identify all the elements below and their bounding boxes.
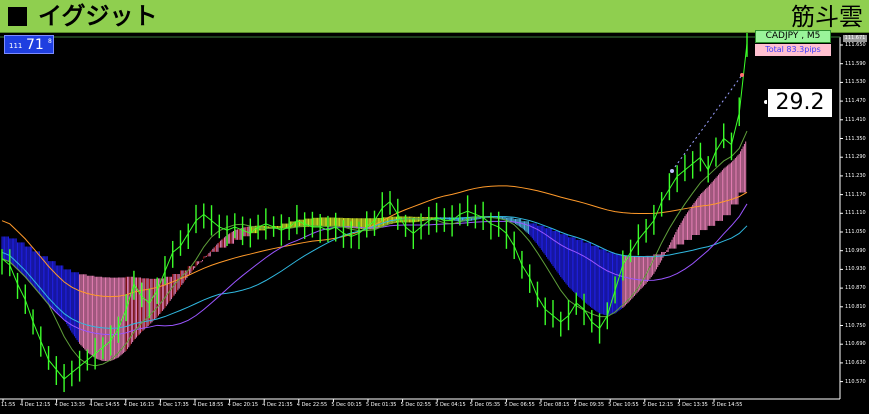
square-icon (8, 7, 27, 26)
title-banner: イグジット 筋斗雲 (0, 0, 869, 33)
x-tick-label: 5 Dec 14:55 (712, 402, 743, 408)
y-tick-label: 111.170 (845, 191, 866, 198)
x-tick-label: 5 Dec 09:35 (573, 402, 605, 408)
x-tick-label: 5 Dec 13:35 (677, 402, 708, 408)
y-tick-label: 111.650 (845, 42, 866, 48)
x-tick-label: 4 Dec 18:55 (193, 402, 224, 408)
y-tick-label: 110.990 (845, 247, 866, 254)
y-tick-label: 111.530 (845, 79, 866, 86)
chart-window: イグジット 筋斗雲 111 71 8 CADJPY , M5 Total 83.… (0, 0, 869, 414)
y-tick-label: 110.690 (845, 341, 866, 348)
x-tick-label: 4 Dec 22:55 (296, 402, 328, 408)
trend-end-marker (740, 73, 744, 77)
y-tick-label: 110.810 (845, 303, 866, 310)
x-tick-label: 4 Dec 17:35 (158, 402, 189, 408)
x-tick-label: 4 Dec 21:35 (262, 402, 293, 408)
indicator-title: イグジット (38, 2, 158, 30)
x-tick-label: 5 Dec 08:15 (539, 402, 570, 408)
y-tick-label: 111.410 (845, 116, 866, 123)
x-tick-label: 5 Dec 02:55 (400, 402, 432, 408)
x-tick-label: 4 Dec 14:55 (89, 402, 120, 408)
x-tick-label: 5 Dec 10:55 (608, 402, 639, 408)
price-chart[interactable] (0, 33, 869, 414)
spread-suffix: 8 (48, 38, 52, 45)
y-tick-label: 111.290 (845, 154, 866, 161)
banner-right-text: 筋斗雲 (791, 3, 863, 31)
x-tick-label: 4 Dec 12:15 (20, 402, 51, 408)
x-tick-label: 5 Dec 04:15 (435, 402, 466, 408)
spread-value: 71 (26, 37, 44, 53)
trend-start-marker (670, 169, 674, 173)
x-tick-label: 5 Dec 05:35 (469, 402, 501, 408)
y-tick-label: 110.870 (845, 285, 866, 292)
x-tick-label: 4 Dec 16:15 (123, 402, 155, 408)
x-tick-label: 4 Dec 20:15 (227, 402, 259, 408)
x-tick-label: 4 Dec 13:35 (54, 402, 86, 408)
y-tick-label: 110.630 (845, 359, 866, 366)
y-tick-label: 111.110 (845, 210, 866, 217)
x-tick-label: 5 Dec 00:15 (331, 402, 362, 408)
y-tick-label: 111.350 (845, 135, 866, 142)
current-price-tag: 111.671 (843, 35, 867, 42)
x-tick-label: 5 Dec 06:55 (504, 402, 535, 408)
spread-box: 111 71 8 (4, 35, 54, 54)
y-tick-label: 110.750 (845, 322, 866, 329)
ma-green-line (1, 130, 748, 367)
y-tick-label: 111.470 (845, 98, 866, 105)
y-tick-label: 110.930 (845, 266, 866, 273)
x-tick-label: 5 Dec 12:15 (642, 402, 674, 408)
readout-value: 29.2 (767, 88, 833, 118)
y-tick-label: 110.570 (845, 378, 866, 385)
symbol-label: CADJPY , M5 (755, 30, 831, 43)
x-tick-label: 5 Dec 01:35 (366, 402, 397, 408)
x-tick-label: 11:55 (1, 402, 16, 408)
y-tick-label: 111.230 (845, 172, 866, 179)
spread-prefix: 111 (9, 42, 23, 50)
ma-orange-line (1, 185, 748, 298)
y-tick-label: 111.050 (845, 229, 866, 235)
y-tick-label: 111.590 (845, 60, 866, 67)
total-pips-label: Total 83.3pips (755, 44, 831, 56)
